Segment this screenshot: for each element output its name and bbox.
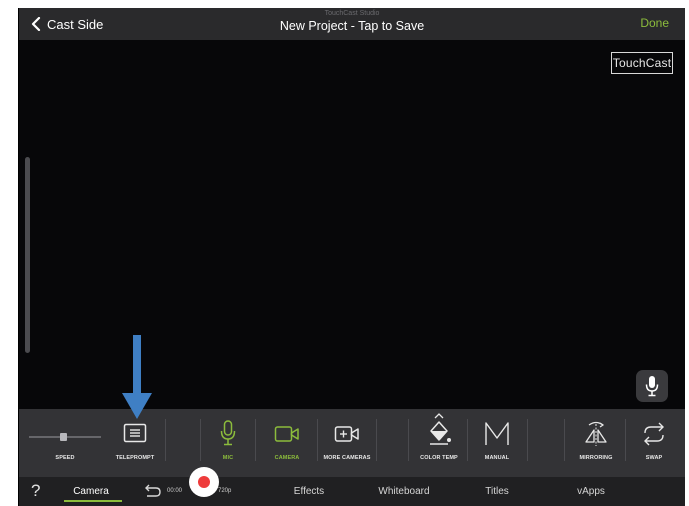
- swap-label: SWAP: [645, 455, 663, 461]
- toolbar-divider: [376, 419, 377, 461]
- mic-button[interactable]: MIC: [205, 409, 251, 477]
- toolbar-divider: [255, 419, 256, 461]
- touchcast-watermark: TouchCast: [611, 52, 673, 74]
- color-temp-label: COLOR TEMP: [420, 455, 458, 461]
- record-timer: 00:00: [167, 488, 183, 494]
- toolbar-divider: [317, 419, 318, 461]
- manual-icon: [485, 422, 509, 445]
- more-cameras-icon: [334, 426, 359, 442]
- color-temp-button[interactable]: COLOR TEMP: [411, 409, 467, 477]
- toolbar-divider: [200, 419, 201, 461]
- resolution-label: 720p: [218, 488, 232, 494]
- annotation-arrow-icon: [122, 335, 152, 419]
- tab-whiteboard[interactable]: Whiteboard: [374, 477, 434, 506]
- camera-icon: [274, 426, 299, 442]
- done-button[interactable]: Done: [640, 16, 669, 30]
- scroll-indicator[interactable]: [25, 157, 30, 353]
- camera-label: CAMERA: [274, 455, 300, 461]
- toolbar-divider: [564, 419, 565, 461]
- tab-titles[interactable]: Titles: [477, 477, 517, 506]
- swap-icon: [644, 422, 664, 446]
- teleprompt-icon: [123, 423, 147, 443]
- bottom-tab-bar: ? Camera 00:00 720p Effects Whiteboard T…: [19, 477, 685, 506]
- speed-slider[interactable]: SPEED: [25, 409, 105, 477]
- more-cameras-button[interactable]: MORE CAMERAS: [319, 409, 375, 477]
- color-temp-icon: [430, 413, 451, 445]
- speed-slider-track: [29, 433, 101, 441]
- swap-button[interactable]: SWAP: [627, 409, 681, 477]
- record-button[interactable]: [189, 467, 219, 497]
- mic-icon: [220, 420, 236, 446]
- tab-effects[interactable]: Effects: [284, 477, 334, 506]
- teleprompt-label: TELEPROMPT: [115, 455, 155, 461]
- top-bar: Cast Side TouchCast Studio New Project -…: [19, 8, 685, 40]
- mirroring-icon: [585, 421, 607, 446]
- undo-icon[interactable]: [143, 484, 161, 498]
- studio-label: TouchCast Studio: [324, 10, 380, 17]
- toolbar-divider: [527, 419, 528, 461]
- mic-icon: [645, 376, 659, 397]
- mic-label: MIC: [222, 455, 234, 461]
- toolbar-divider: [165, 419, 166, 461]
- manual-button[interactable]: MANUAL: [469, 409, 525, 477]
- tab-vapps[interactable]: vApps: [571, 477, 611, 506]
- app-frame: Cast Side TouchCast Studio New Project -…: [18, 8, 685, 506]
- toolbar-divider: [625, 419, 626, 461]
- camera-button[interactable]: CAMERA: [259, 409, 315, 477]
- active-tab-indicator: [64, 500, 122, 502]
- project-title[interactable]: New Project - Tap to Save: [19, 19, 685, 33]
- help-button[interactable]: ?: [31, 477, 40, 506]
- manual-label: MANUAL: [484, 455, 510, 461]
- speed-label: SPEED: [55, 455, 75, 461]
- toolbar-divider: [467, 419, 468, 461]
- mirroring-button[interactable]: MIRRORING: [567, 409, 625, 477]
- mic-overlay-button[interactable]: [636, 370, 668, 402]
- mirroring-label: MIRRORING: [579, 455, 613, 461]
- more-cameras-label: MORE CAMERAS: [323, 455, 371, 461]
- toolbar-divider: [408, 419, 409, 461]
